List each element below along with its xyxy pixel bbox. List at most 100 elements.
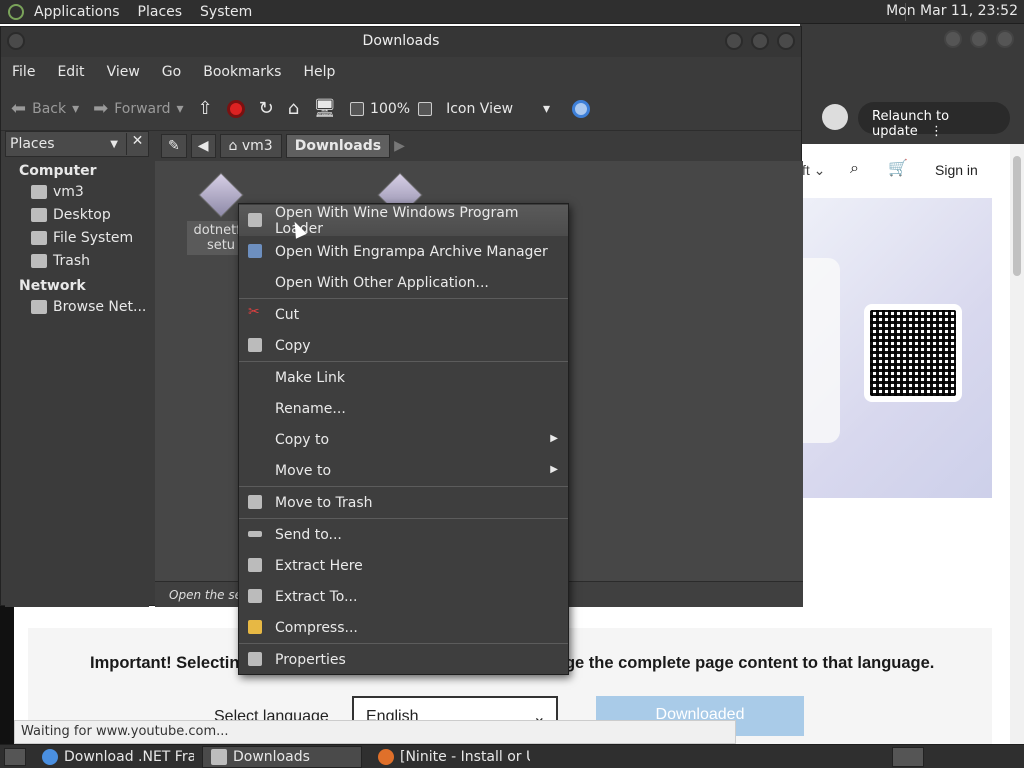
sidebar-item-browse-network[interactable]: Browse Net...	[5, 295, 149, 318]
sidebar-item-desktop[interactable]: Desktop	[5, 203, 149, 226]
maximize-button[interactable]	[751, 32, 769, 50]
zoom-in-button[interactable]	[418, 101, 433, 116]
forward-dropdown-icon[interactable]: ▾	[177, 101, 184, 117]
show-desktop-button[interactable]	[4, 747, 26, 766]
minimize-button[interactable]	[944, 30, 962, 48]
menu-item-extract-here[interactable]: Extract Here	[239, 550, 568, 581]
search-button[interactable]	[572, 99, 591, 118]
toolbar: ⬅ Back ▾ ➡ Forward ▾ ⇧ ↻ ⌂ 🖥 100% Icon View ▾	[1, 87, 801, 131]
clock[interactable]: Mon Mar 11, 23:52	[886, 3, 1018, 19]
hero-image	[800, 198, 992, 498]
menu-item-compress[interactable]: Compress...	[239, 612, 568, 643]
sidebar-section-network: Network	[19, 278, 86, 294]
zoom-out-button[interactable]	[350, 101, 365, 116]
menu-item-move-to[interactable]: Move to ▶	[239, 455, 568, 486]
view-mode-select[interactable]: Icon View ▾	[446, 101, 550, 117]
computer-button[interactable]: 🖥	[313, 98, 336, 119]
back-dropdown-icon[interactable]: ▾	[72, 101, 79, 117]
menu-item-extract-to[interactable]: Extract To...	[239, 581, 568, 612]
stop-button[interactable]	[226, 99, 245, 118]
menu-item-label: Open With Engrampa Archive Manager	[275, 243, 548, 260]
workspace-switcher[interactable]	[892, 747, 924, 767]
scrollbar-thumb[interactable]	[1013, 156, 1021, 276]
up-button[interactable]: ⇧	[198, 98, 213, 119]
menu-go[interactable]: Go	[162, 64, 181, 80]
chrome-icon	[42, 748, 58, 765]
menu-edit[interactable]: Edit	[57, 64, 84, 80]
minimize-button[interactable]	[725, 32, 743, 50]
send-icon	[248, 531, 262, 537]
menu-item-label: Make Link	[275, 369, 345, 386]
menu-view[interactable]: View	[107, 64, 140, 80]
copy-icon	[248, 338, 262, 352]
left-edge	[0, 606, 14, 746]
menu-file[interactable]: File	[12, 64, 35, 80]
wine-icon	[248, 213, 262, 227]
menu-item-open-with-wine[interactable]: Open With Wine Windows Program Loader	[239, 204, 568, 237]
sidebar-item-trash[interactable]: Trash	[5, 249, 149, 272]
menu-help[interactable]: Help	[303, 64, 335, 80]
path-right-arrow[interactable]: ▶	[394, 138, 405, 154]
nav-truncated-item[interactable]: ft ⌄	[802, 162, 825, 179]
menu-item-label: Move to	[275, 462, 332, 479]
breadcrumb-vm3[interactable]: ⌂ vm3	[219, 134, 282, 158]
menu-item-label: Copy	[275, 337, 311, 354]
window-titlebar[interactable]: Downloads	[1, 27, 801, 57]
account-avatar-icon[interactable]	[822, 104, 848, 130]
menu-item-copy[interactable]: Copy	[239, 330, 568, 361]
back-button[interactable]: ⬅ Back ▾	[11, 98, 79, 119]
window-controls	[725, 32, 795, 50]
menu-item-make-link[interactable]: Make Link	[239, 362, 568, 393]
places-menu[interactable]: Places	[138, 4, 183, 20]
browser-window-controls	[944, 30, 1014, 48]
sidebar-section-computer: Computer	[19, 163, 97, 179]
sign-in-link[interactable]: Sign in	[935, 162, 978, 178]
close-sidebar-icon[interactable]: ✕	[126, 133, 148, 155]
menu-item-move-to-trash[interactable]: Move to Trash	[239, 487, 568, 518]
nav-truncated-label: ft	[802, 162, 810, 178]
menu-item-label: Open With Wine Windows Program Loader	[275, 204, 519, 237]
breadcrumb-downloads[interactable]: Downloads	[285, 134, 391, 158]
sidebar-item-file-system[interactable]: File System	[5, 226, 149, 249]
menu-item-rename[interactable]: Rename...	[239, 393, 568, 424]
properties-icon	[248, 652, 262, 666]
chevron-down-icon[interactable]: ▼	[110, 139, 118, 150]
zoom-level[interactable]: 100%	[370, 101, 410, 117]
menu-bookmarks[interactable]: Bookmarks	[203, 64, 281, 80]
mate-logo-icon[interactable]	[8, 3, 24, 20]
sidebar-item-vm3[interactable]: vm3	[5, 180, 149, 203]
applications-menu[interactable]: Applications	[34, 4, 120, 20]
home-button[interactable]: ⌂	[288, 98, 299, 119]
task-downloads[interactable]: Downloads	[202, 745, 362, 768]
close-button[interactable]	[777, 32, 795, 50]
cart-icon[interactable]: 🛒	[888, 158, 908, 178]
path-bar: ✎ ◀ ⌂ vm3 Downloads ▶	[155, 131, 803, 161]
search-icon[interactable]: ⌕	[850, 160, 859, 178]
qr-code-icon	[864, 304, 962, 402]
maximize-button[interactable]	[970, 30, 988, 48]
reload-button[interactable]: ↻	[259, 98, 274, 119]
task-firefox[interactable]: [Ninite - Install or U...	[370, 746, 530, 768]
close-button[interactable]	[996, 30, 1014, 48]
menu-item-copy-to[interactable]: Copy to ▶	[239, 424, 568, 455]
menu-item-properties[interactable]: Properties	[239, 644, 568, 675]
firefox-icon	[378, 748, 394, 765]
toggle-location-button[interactable]: ✎	[161, 134, 187, 158]
menu-item-cut[interactable]: ✂ Cut	[239, 299, 568, 330]
forward-button[interactable]: ➡ Forward ▾	[93, 98, 183, 119]
menu-item-send-to[interactable]: Send to...	[239, 519, 568, 550]
system-menu[interactable]: System	[200, 4, 252, 20]
sidebar-selector[interactable]: Places	[10, 136, 55, 152]
menu-item-open-with-other[interactable]: Open With Other Application...	[239, 267, 568, 298]
path-left-arrow[interactable]: ◀	[190, 134, 216, 158]
relaunch-button[interactable]: Relaunch to update ⋮	[858, 102, 1010, 139]
sidebar-item-label: Trash	[53, 252, 90, 269]
menu-item-open-with-engrampa[interactable]: Open With Engrampa Archive Manager	[239, 236, 568, 267]
page-scrollbar[interactable]	[1010, 144, 1024, 744]
menu-item-label: Properties	[275, 651, 346, 668]
task-chrome[interactable]: Download .NET Fra...	[34, 746, 194, 768]
window-menu-button[interactable]	[7, 32, 25, 50]
sidebar-item-label: File System	[53, 229, 134, 246]
phone-mockup	[800, 258, 840, 443]
more-vertical-icon[interactable]: ⋮	[930, 124, 943, 139]
